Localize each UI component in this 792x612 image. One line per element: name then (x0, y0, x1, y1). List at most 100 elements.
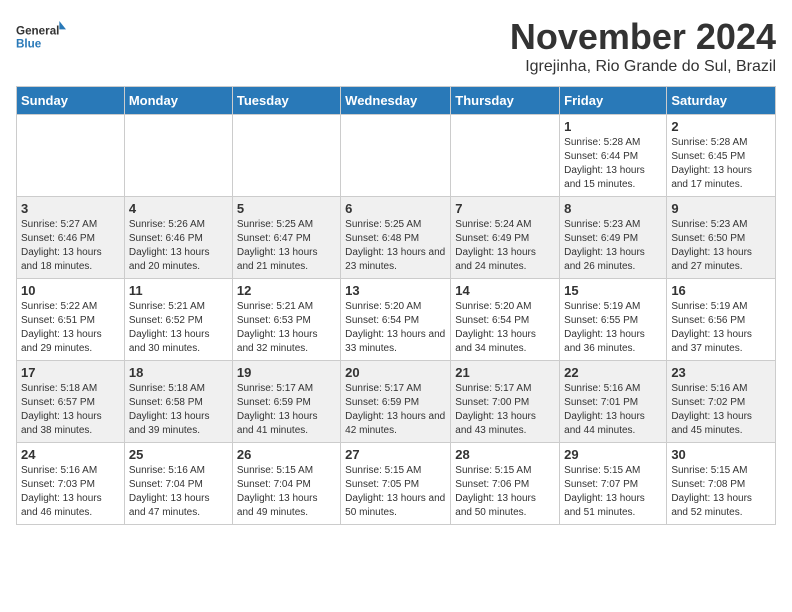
day-info: Sunrise: 5:17 AM Sunset: 6:59 PM Dayligh… (237, 382, 336, 438)
calendar-cell: 22Sunrise: 5:16 AM Sunset: 7:01 PM Dayli… (560, 361, 667, 443)
header-thursday: Thursday (451, 87, 560, 115)
calendar-cell: 26Sunrise: 5:15 AM Sunset: 7:04 PM Dayli… (232, 443, 340, 525)
logo: General Blue (16, 16, 66, 56)
day-number: 27 (345, 447, 446, 462)
day-number: 19 (237, 365, 336, 380)
calendar-cell: 7 Sunrise: 5:24 AM Sunset: 6:49 PM Daylig… (451, 197, 560, 279)
day-number: 9 (671, 201, 771, 216)
calendar-cell: 21 Sunrise: 5:17 AM Sunset: 7:00 PM Dayli… (451, 361, 560, 443)
calendar-cell: 4Sunrise: 5:26 AM Sunset: 6:46 PM Daylig… (124, 197, 232, 279)
day-number: 6 (345, 201, 446, 216)
day-number: 4 (129, 201, 228, 216)
day-number: 18 (129, 365, 228, 380)
day-number: 2 (671, 119, 771, 134)
calendar-cell (451, 115, 560, 197)
day-number: 25 (129, 447, 228, 462)
day-info: Sunrise: 5:24 AM Sunset: 6:49 PM Dayligh… (455, 218, 555, 274)
day-number: 20 (345, 365, 446, 380)
day-info: Sunrise: 5:23 AM Sunset: 6:50 PM Dayligh… (671, 218, 771, 274)
day-info: Sunrise: 5:15 AM Sunset: 7:06 PM Dayligh… (455, 464, 555, 520)
svg-text:Blue: Blue (16, 38, 42, 51)
calendar-cell: 27 Sunrise: 5:15 AM Sunset: 7:05 PM Dayli… (341, 443, 451, 525)
calendar-cell: 20 Sunrise: 5:17 AM Sunset: 6:59 PM Dayli… (341, 361, 451, 443)
day-info: Sunrise: 5:17 AM Sunset: 6:59 PM Dayligh… (345, 382, 446, 438)
day-info: Sunrise: 5:15 AM Sunset: 7:07 PM Dayligh… (564, 464, 662, 520)
calendar-cell: 8 Sunrise: 5:23 AM Sunset: 6:49 PM Daylig… (560, 197, 667, 279)
calendar-cell: 3 Sunrise: 5:27 AM Sunset: 6:46 PM Daylig… (17, 197, 125, 279)
day-info: Sunrise: 5:15 AM Sunset: 7:08 PM Dayligh… (671, 464, 771, 520)
day-number: 23 (671, 365, 771, 380)
day-number: 14 (455, 283, 555, 298)
calendar-cell: 13Sunrise: 5:20 AM Sunset: 6:54 PM Dayli… (341, 279, 451, 361)
day-number: 13 (345, 283, 446, 298)
day-info: Sunrise: 5:16 AM Sunset: 7:02 PM Dayligh… (671, 382, 771, 438)
calendar-cell: 10 Sunrise: 5:22 AM Sunset: 6:51 PM Dayli… (17, 279, 125, 361)
week-row-4: 17Sunrise: 5:18 AM Sunset: 6:57 PM Dayli… (17, 361, 776, 443)
calendar-cell: 24Sunrise: 5:16 AM Sunset: 7:03 PM Dayli… (17, 443, 125, 525)
day-info: Sunrise: 5:22 AM Sunset: 6:51 PM Dayligh… (21, 300, 120, 356)
day-number: 21 (455, 365, 555, 380)
day-info: Sunrise: 5:15 AM Sunset: 7:05 PM Dayligh… (345, 464, 446, 520)
calendar-cell: 28 Sunrise: 5:15 AM Sunset: 7:06 PM Dayli… (451, 443, 560, 525)
header-tuesday: Tuesday (232, 87, 340, 115)
location-subtitle: Igrejinha, Rio Grande do Sul, Brazil (510, 58, 776, 76)
header-saturday: Saturday (667, 87, 776, 115)
header-friday: Friday (560, 87, 667, 115)
calendar-cell (124, 115, 232, 197)
title-block: November 2024 Igrejinha, Rio Grande do S… (510, 16, 776, 76)
day-info: Sunrise: 5:16 AM Sunset: 7:01 PM Dayligh… (564, 382, 662, 438)
calendar-cell: 1 Sunrise: 5:28 AM Sunset: 6:44 PM Daylig… (560, 115, 667, 197)
month-title: November 2024 (510, 16, 776, 58)
day-number: 10 (21, 283, 120, 298)
calendar-cell: 29Sunrise: 5:15 AM Sunset: 7:07 PM Dayli… (560, 443, 667, 525)
day-info: Sunrise: 5:17 AM Sunset: 7:00 PM Dayligh… (455, 382, 555, 438)
header-sunday: Sunday (17, 87, 125, 115)
day-number: 3 (21, 201, 120, 216)
day-info: Sunrise: 5:21 AM Sunset: 6:53 PM Dayligh… (237, 300, 336, 356)
calendar-cell (17, 115, 125, 197)
day-info: Sunrise: 5:25 AM Sunset: 6:48 PM Dayligh… (345, 218, 446, 274)
calendar-cell (232, 115, 340, 197)
day-info: Sunrise: 5:23 AM Sunset: 6:49 PM Dayligh… (564, 218, 662, 274)
day-number: 5 (237, 201, 336, 216)
calendar-table: SundayMondayTuesdayWednesdayThursdayFrid… (16, 86, 776, 525)
calendar-cell: 18 Sunrise: 5:18 AM Sunset: 6:58 PM Dayli… (124, 361, 232, 443)
day-info: Sunrise: 5:18 AM Sunset: 6:58 PM Dayligh… (129, 382, 228, 438)
week-row-5: 24Sunrise: 5:16 AM Sunset: 7:03 PM Dayli… (17, 443, 776, 525)
calendar-header-row: SundayMondayTuesdayWednesdayThursdayFrid… (17, 87, 776, 115)
calendar-cell: 19 Sunrise: 5:17 AM Sunset: 6:59 PM Dayli… (232, 361, 340, 443)
day-number: 15 (564, 283, 662, 298)
calendar-cell: 11Sunrise: 5:21 AM Sunset: 6:52 PM Dayli… (124, 279, 232, 361)
day-number: 24 (21, 447, 120, 462)
calendar-cell: 30 Sunrise: 5:15 AM Sunset: 7:08 PM Dayli… (667, 443, 776, 525)
day-number: 12 (237, 283, 336, 298)
calendar-cell: 15 Sunrise: 5:19 AM Sunset: 6:55 PM Dayli… (560, 279, 667, 361)
calendar-cell: 25 Sunrise: 5:16 AM Sunset: 7:04 PM Dayli… (124, 443, 232, 525)
calendar-cell: 14Sunrise: 5:20 AM Sunset: 6:54 PM Dayli… (451, 279, 560, 361)
calendar-cell: 23 Sunrise: 5:16 AM Sunset: 7:02 PM Dayli… (667, 361, 776, 443)
calendar-cell (341, 115, 451, 197)
day-info: Sunrise: 5:16 AM Sunset: 7:04 PM Dayligh… (129, 464, 228, 520)
day-number: 30 (671, 447, 771, 462)
day-number: 28 (455, 447, 555, 462)
logo-svg: General Blue (16, 16, 66, 56)
page-header: General Blue November 2024 Igrejinha, Ri… (16, 16, 776, 76)
calendar-cell: 9 Sunrise: 5:23 AM Sunset: 6:50 PM Daylig… (667, 197, 776, 279)
header-wednesday: Wednesday (341, 87, 451, 115)
day-info: Sunrise: 5:28 AM Sunset: 6:44 PM Dayligh… (564, 136, 662, 192)
day-number: 8 (564, 201, 662, 216)
day-number: 7 (455, 201, 555, 216)
week-row-1: 1 Sunrise: 5:28 AM Sunset: 6:44 PM Daylig… (17, 115, 776, 197)
day-info: Sunrise: 5:18 AM Sunset: 6:57 PM Dayligh… (21, 382, 120, 438)
calendar-cell: 2 Sunrise: 5:28 AM Sunset: 6:45 PM Daylig… (667, 115, 776, 197)
week-row-3: 10 Sunrise: 5:22 AM Sunset: 6:51 PM Dayli… (17, 279, 776, 361)
day-info: Sunrise: 5:27 AM Sunset: 6:46 PM Dayligh… (21, 218, 120, 274)
day-number: 1 (564, 119, 662, 134)
day-info: Sunrise: 5:28 AM Sunset: 6:45 PM Dayligh… (671, 136, 771, 192)
day-info: Sunrise: 5:19 AM Sunset: 6:55 PM Dayligh… (564, 300, 662, 356)
calendar-cell: 5Sunrise: 5:25 AM Sunset: 6:47 PM Daylig… (232, 197, 340, 279)
calendar-cell: 17Sunrise: 5:18 AM Sunset: 6:57 PM Dayli… (17, 361, 125, 443)
day-info: Sunrise: 5:21 AM Sunset: 6:52 PM Dayligh… (129, 300, 228, 356)
day-info: Sunrise: 5:19 AM Sunset: 6:56 PM Dayligh… (671, 300, 771, 356)
svg-text:General: General (16, 24, 59, 37)
